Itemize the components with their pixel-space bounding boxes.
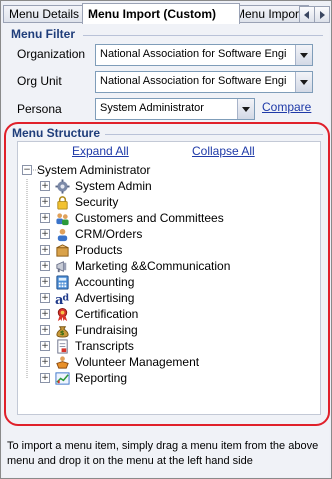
tree-item[interactable]: + $ Fundraising — [40, 322, 138, 338]
chevron-down-icon — [300, 52, 308, 58]
organization-label: Organization — [17, 47, 86, 61]
volunteer-icon — [55, 355, 70, 370]
chevron-right-icon — [320, 10, 325, 19]
tree-root[interactable]: − System Administrator — [22, 162, 150, 178]
org-unit-dropdown-button[interactable] — [295, 72, 312, 92]
organization-select[interactable]: National Association for Software Engi — [95, 44, 313, 66]
expand-toggle-icon[interactable]: + — [40, 373, 50, 383]
svg-text:$: $ — [60, 329, 65, 337]
ribbon-icon — [55, 307, 70, 322]
tree-item[interactable]: + Volunteer Management — [40, 354, 199, 370]
expand-toggle-icon[interactable]: + — [40, 325, 50, 335]
expand-toggle-icon[interactable]: + — [40, 293, 50, 303]
persona-label: Persona — [17, 102, 62, 116]
tab-scroll-right-button[interactable] — [314, 6, 330, 23]
calculator-icon — [55, 274, 70, 290]
organization-dropdown-button[interactable] — [295, 45, 312, 65]
box-icon — [55, 243, 70, 258]
expand-toggle-icon[interactable]: + — [40, 261, 50, 271]
expand-toggle-icon[interactable]: + — [40, 197, 50, 207]
person-icon — [55, 227, 70, 242]
tree-item[interactable]: + Customers and Committees — [40, 210, 224, 226]
tree-item[interactable]: + Accounting — [40, 274, 134, 290]
tree-item-label: Advertising — [75, 291, 135, 305]
tree-item[interactable]: + a d Advertising — [40, 290, 135, 308]
expand-all-link[interactable]: Expand All — [72, 144, 129, 158]
expand-toggle-icon[interactable]: + — [40, 181, 50, 191]
tree-item-label: Customers and Committees — [75, 211, 224, 225]
tree-item-label: Volunteer Management — [75, 355, 200, 369]
chevron-down-icon — [300, 79, 308, 85]
tree-item-label: Accounting — [75, 275, 135, 289]
tree-item-label: Products — [75, 243, 123, 257]
tree-item[interactable]: + Security — [40, 194, 118, 210]
money-bag-icon: $ — [55, 323, 70, 338]
tree-root-label: System Administrator — [37, 163, 151, 177]
document-icon — [55, 338, 70, 354]
org-unit-value: National Association for Software Engi — [100, 75, 287, 87]
megaphone-icon — [55, 259, 70, 274]
tree-item-label: Security — [75, 195, 119, 209]
tree-item[interactable]: + Products — [40, 242, 122, 258]
tree-item[interactable]: + System Admin — [40, 178, 152, 194]
tree-item[interactable]: + Transcripts — [40, 338, 134, 354]
expand-toggle-icon[interactable]: + — [40, 277, 50, 287]
tree-item-label: Marketing &&Communication — [75, 259, 231, 273]
tree-item-label: Certification — [75, 307, 139, 321]
chart-icon — [55, 371, 70, 386]
collapse-all-link[interactable]: Collapse All — [192, 144, 255, 158]
persona-value: System Administrator — [100, 102, 204, 114]
collapse-toggle-icon[interactable]: − — [22, 165, 32, 175]
advertising-icon: ad — [55, 291, 70, 308]
expand-toggle-icon[interactable]: + — [40, 309, 50, 319]
organization-value: National Association for Software Engi — [100, 48, 287, 60]
tree-item[interactable]: + Marketing &&Communication — [40, 258, 230, 274]
svg-text:d: d — [63, 292, 70, 303]
menu-import-window: Menu Details Menu Import (Custom) Menu I… — [0, 0, 332, 479]
persona-dropdown-button[interactable] — [237, 99, 254, 119]
gear-icon — [55, 178, 70, 194]
chevron-down-icon — [242, 106, 250, 112]
tree-item[interactable]: + CRM/Orders — [40, 226, 142, 242]
org-unit-label: Org Unit — [17, 74, 62, 88]
tree-item-label: Reporting — [75, 371, 128, 385]
org-unit-select[interactable]: National Association for Software Engi — [95, 71, 313, 93]
tab-menu-details[interactable]: Menu Details — [3, 5, 83, 23]
tree-item-label: CRM/Orders — [75, 227, 143, 241]
expand-toggle-icon[interactable]: + — [40, 213, 50, 223]
compare-link[interactable]: Compare — [262, 100, 311, 114]
expand-toggle-icon[interactable]: + — [40, 341, 50, 351]
menu-structure-panel: Expand All Collapse All − System Adminis… — [17, 141, 321, 415]
expand-toggle-icon[interactable]: + — [40, 245, 50, 255]
persona-select[interactable]: System Administrator — [95, 98, 255, 120]
people-icon — [55, 211, 70, 226]
tab-menu-import[interactable]: Menu Import — [229, 5, 309, 23]
help-text: To import a menu item, simply drag a men… — [7, 440, 319, 467]
menu-filter-title: Menu Filter — [11, 27, 76, 41]
tree-item-label: System Admin — [75, 179, 152, 193]
tree-item-label: Transcripts — [75, 339, 134, 353]
tree-item-label: Fundraising — [75, 323, 138, 337]
menu-filter-divider — [83, 35, 323, 36]
tab-menu-import-custom[interactable]: Menu Import (Custom) — [82, 3, 240, 24]
expand-toggle-icon[interactable]: + — [40, 357, 50, 367]
tree-item[interactable]: + Certification — [40, 306, 138, 322]
tab-scroll-left-button[interactable] — [299, 6, 315, 23]
lock-icon — [55, 195, 70, 210]
tree-item[interactable]: + Reporting — [40, 370, 127, 386]
chevron-left-icon — [304, 10, 309, 19]
tab-strip: Menu Details Menu Import (Custom) Menu I… — [3, 3, 330, 24]
expand-toggle-icon[interactable]: + — [40, 229, 50, 239]
